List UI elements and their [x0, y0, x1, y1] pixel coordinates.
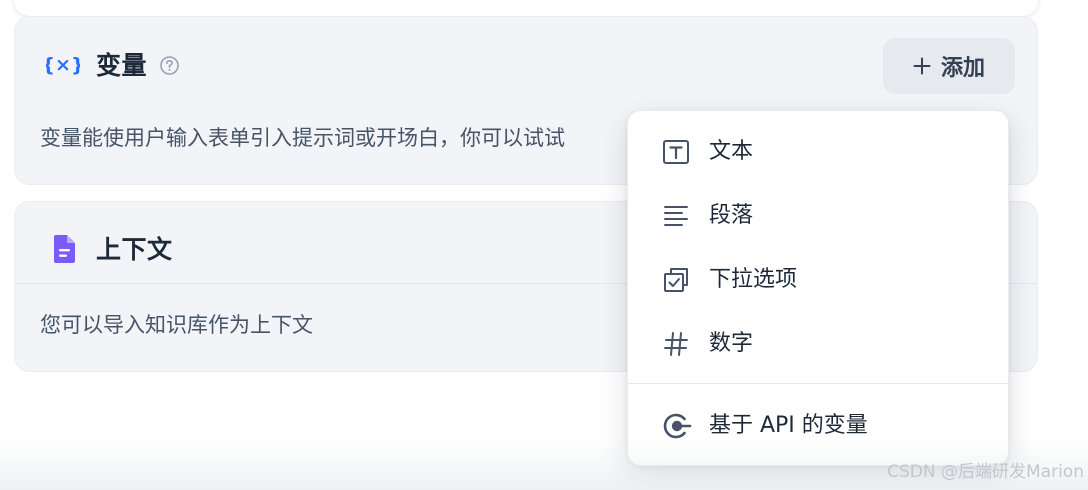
variable-braces-icon: {×}	[46, 50, 80, 80]
add-variable-menu: 文本 段落 下拉选项 数字 基于 API 的变量	[627, 110, 1009, 466]
menu-divider	[628, 383, 1008, 384]
add-variable-button[interactable]: 添加	[883, 38, 1015, 94]
add-button-label: 添加	[940, 56, 985, 81]
menu-item-label: 基于 API 的变量	[709, 413, 868, 438]
menu-item-label: 下拉选项	[709, 267, 798, 292]
text-icon	[660, 136, 692, 168]
help-circle-icon[interactable]	[159, 55, 180, 76]
context-title: 上下文	[96, 235, 173, 264]
plus-icon	[913, 52, 931, 80]
variables-description: 变量能使用户输入表单引入提示词或开场白，你可以试试	[40, 126, 565, 150]
page: {×} 变量 添加 变量能使用户输入表单引入提示词或开场白	[0, 0, 1088, 490]
context-description: 您可以导入知识库作为上下文	[40, 313, 313, 337]
hash-icon	[660, 328, 692, 360]
api-icon	[660, 410, 692, 442]
menu-item-text[interactable]: 文本	[628, 121, 1008, 183]
menu-item-select[interactable]: 下拉选项	[628, 249, 1008, 311]
menu-item-number[interactable]: 数字	[628, 313, 1008, 375]
menu-item-label: 数字	[709, 331, 754, 356]
select-checkbox-icon	[660, 264, 692, 296]
variables-title: 变量	[96, 51, 148, 80]
menu-item-label: 段落	[709, 203, 754, 228]
svg-text:{×}: {×}	[46, 54, 80, 76]
watermark: CSDN @后端研发Marion	[887, 462, 1084, 482]
paragraph-lines-icon	[660, 200, 692, 232]
previous-card-edge	[14, 0, 1038, 16]
menu-item-label: 文本	[709, 139, 754, 164]
variables-card-header: {×} 变量 添加	[15, 17, 1037, 99]
menu-item-paragraph[interactable]: 段落	[628, 185, 1008, 247]
document-icon	[49, 234, 79, 264]
